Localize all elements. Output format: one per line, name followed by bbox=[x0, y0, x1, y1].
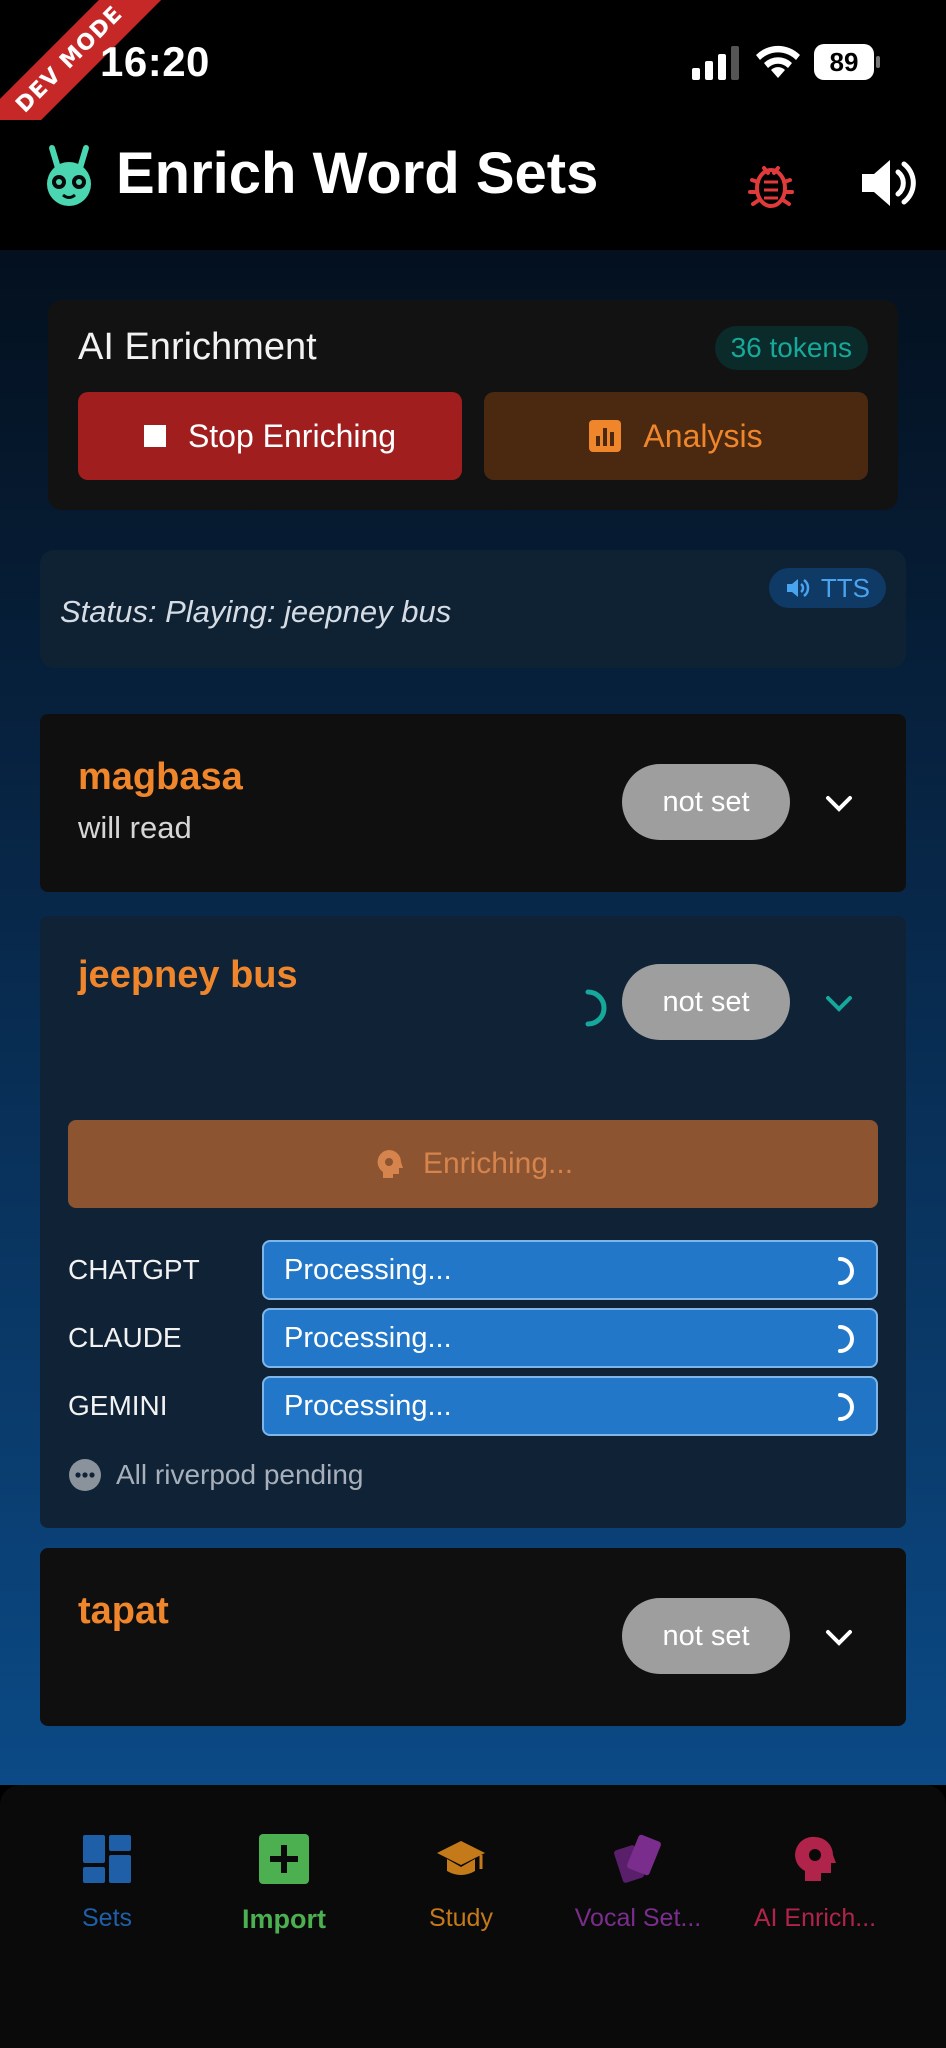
stop-enriching-label: Stop Enriching bbox=[187, 417, 397, 454]
nav-ai-enrich[interactable]: AI Enrich... bbox=[735, 1833, 895, 1933]
provider-status-bar: Processing... bbox=[262, 1308, 878, 1368]
pending-status: All riverpod pending bbox=[68, 1458, 364, 1492]
dashboard-icon bbox=[83, 1835, 131, 1883]
word-term: tapat bbox=[78, 1590, 169, 1632]
analysis-button[interactable]: Analysis bbox=[484, 392, 868, 480]
app-bar: Enrich Word Sets bbox=[0, 120, 946, 250]
word-term: magbasa bbox=[78, 756, 243, 798]
nav-import[interactable]: Import bbox=[204, 1833, 364, 1935]
enriching-label: Enriching... bbox=[422, 1147, 574, 1180]
speaker-icon bbox=[786, 579, 810, 597]
status-card: TTS Status: Playing: jeepney bus bbox=[40, 550, 906, 668]
provider-status-bar: Processing... bbox=[262, 1240, 878, 1300]
analysis-label: Analysis bbox=[643, 417, 763, 454]
add-box-icon bbox=[259, 1834, 309, 1884]
tts-badge[interactable]: TTS bbox=[768, 568, 886, 608]
stop-icon bbox=[143, 425, 166, 447]
status-pill[interactable]: not set bbox=[622, 764, 790, 840]
battery-level: 89 bbox=[814, 44, 874, 80]
bar-chart-icon bbox=[589, 420, 622, 452]
word-term: jeepney bus bbox=[78, 954, 298, 996]
bug-icon[interactable] bbox=[744, 156, 798, 210]
provider-label: CLAUDE bbox=[68, 1322, 182, 1353]
nav-sets[interactable]: Sets bbox=[27, 1833, 187, 1933]
brain-gear-icon bbox=[795, 1836, 836, 1881]
tokens-badge: 36 tokens bbox=[714, 326, 868, 370]
nav-label: Sets bbox=[81, 1904, 133, 1932]
stop-enriching-button[interactable]: Stop Enriching bbox=[78, 392, 462, 480]
loading-spinner-icon bbox=[838, 1325, 854, 1353]
chevron-down-icon[interactable] bbox=[820, 784, 858, 822]
nav-label: Import bbox=[242, 1904, 326, 1934]
ai-enrichment-card: AI Enrichment 36 tokens Stop Enriching A… bbox=[48, 300, 898, 510]
word-meaning: will read bbox=[78, 810, 192, 845]
enriching-button[interactable]: Enriching... bbox=[68, 1120, 878, 1208]
chevron-down-icon[interactable] bbox=[820, 984, 858, 1022]
provider-label: GEMINI bbox=[68, 1390, 168, 1421]
battery-indicator: 89 bbox=[814, 44, 880, 80]
bunny-logo-icon bbox=[47, 145, 91, 206]
word-card[interactable]: magbasa will read not set bbox=[40, 714, 906, 892]
status-pill[interactable]: not set bbox=[622, 964, 790, 1040]
loading-spinner-icon bbox=[838, 1257, 854, 1285]
loading-spinner-icon bbox=[838, 1393, 854, 1421]
cards-icon bbox=[614, 1834, 661, 1883]
nav-label: AI Enrich... bbox=[753, 1904, 877, 1932]
nav-label: Vocal Set... bbox=[574, 1904, 702, 1932]
chevron-down-icon[interactable] bbox=[820, 1618, 858, 1656]
cellular-signal-icon bbox=[692, 46, 739, 80]
status-pill[interactable]: not set bbox=[622, 1598, 790, 1674]
pending-text: All riverpod pending bbox=[116, 1459, 364, 1490]
status-bar: DEV MODE 16:20 89 bbox=[0, 0, 946, 168]
nav-vocal-sets[interactable]: Vocal Set... bbox=[558, 1833, 718, 1933]
more-dots-icon bbox=[69, 1459, 101, 1491]
nav-study[interactable]: Study bbox=[381, 1833, 541, 1933]
page-title: Enrich Word Sets bbox=[116, 141, 599, 206]
brain-gear-icon bbox=[377, 1150, 403, 1178]
tts-label: TTS bbox=[820, 572, 870, 603]
provider-status-bar: Processing... bbox=[262, 1376, 878, 1436]
main-content: AI Enrichment 36 tokens Stop Enriching A… bbox=[0, 250, 946, 1785]
provider-status-text: Processing... bbox=[284, 1322, 452, 1354]
wifi-icon bbox=[756, 45, 800, 78]
provider-label: CHATGPT bbox=[68, 1254, 200, 1285]
nav-label: Study bbox=[429, 1904, 493, 1932]
word-card[interactable]: tapat not set bbox=[40, 1548, 906, 1726]
loading-spinner-icon bbox=[585, 989, 607, 1027]
word-card-expanded: jeepney bus not set Enriching... CHATGPT… bbox=[40, 916, 906, 1528]
status-time: 16:20 bbox=[100, 38, 210, 85]
graduation-cap-icon bbox=[437, 1841, 485, 1875]
ai-enrichment-title: AI Enrichment bbox=[78, 326, 317, 368]
volume-icon[interactable] bbox=[858, 154, 920, 212]
provider-status-text: Processing... bbox=[284, 1390, 452, 1422]
bottom-navigation: Sets Import Study Vocal Set... AI Enrich… bbox=[0, 1785, 946, 2048]
provider-status-text: Processing... bbox=[284, 1254, 452, 1286]
status-text: Status: Playing: jeepney bus bbox=[60, 594, 452, 629]
